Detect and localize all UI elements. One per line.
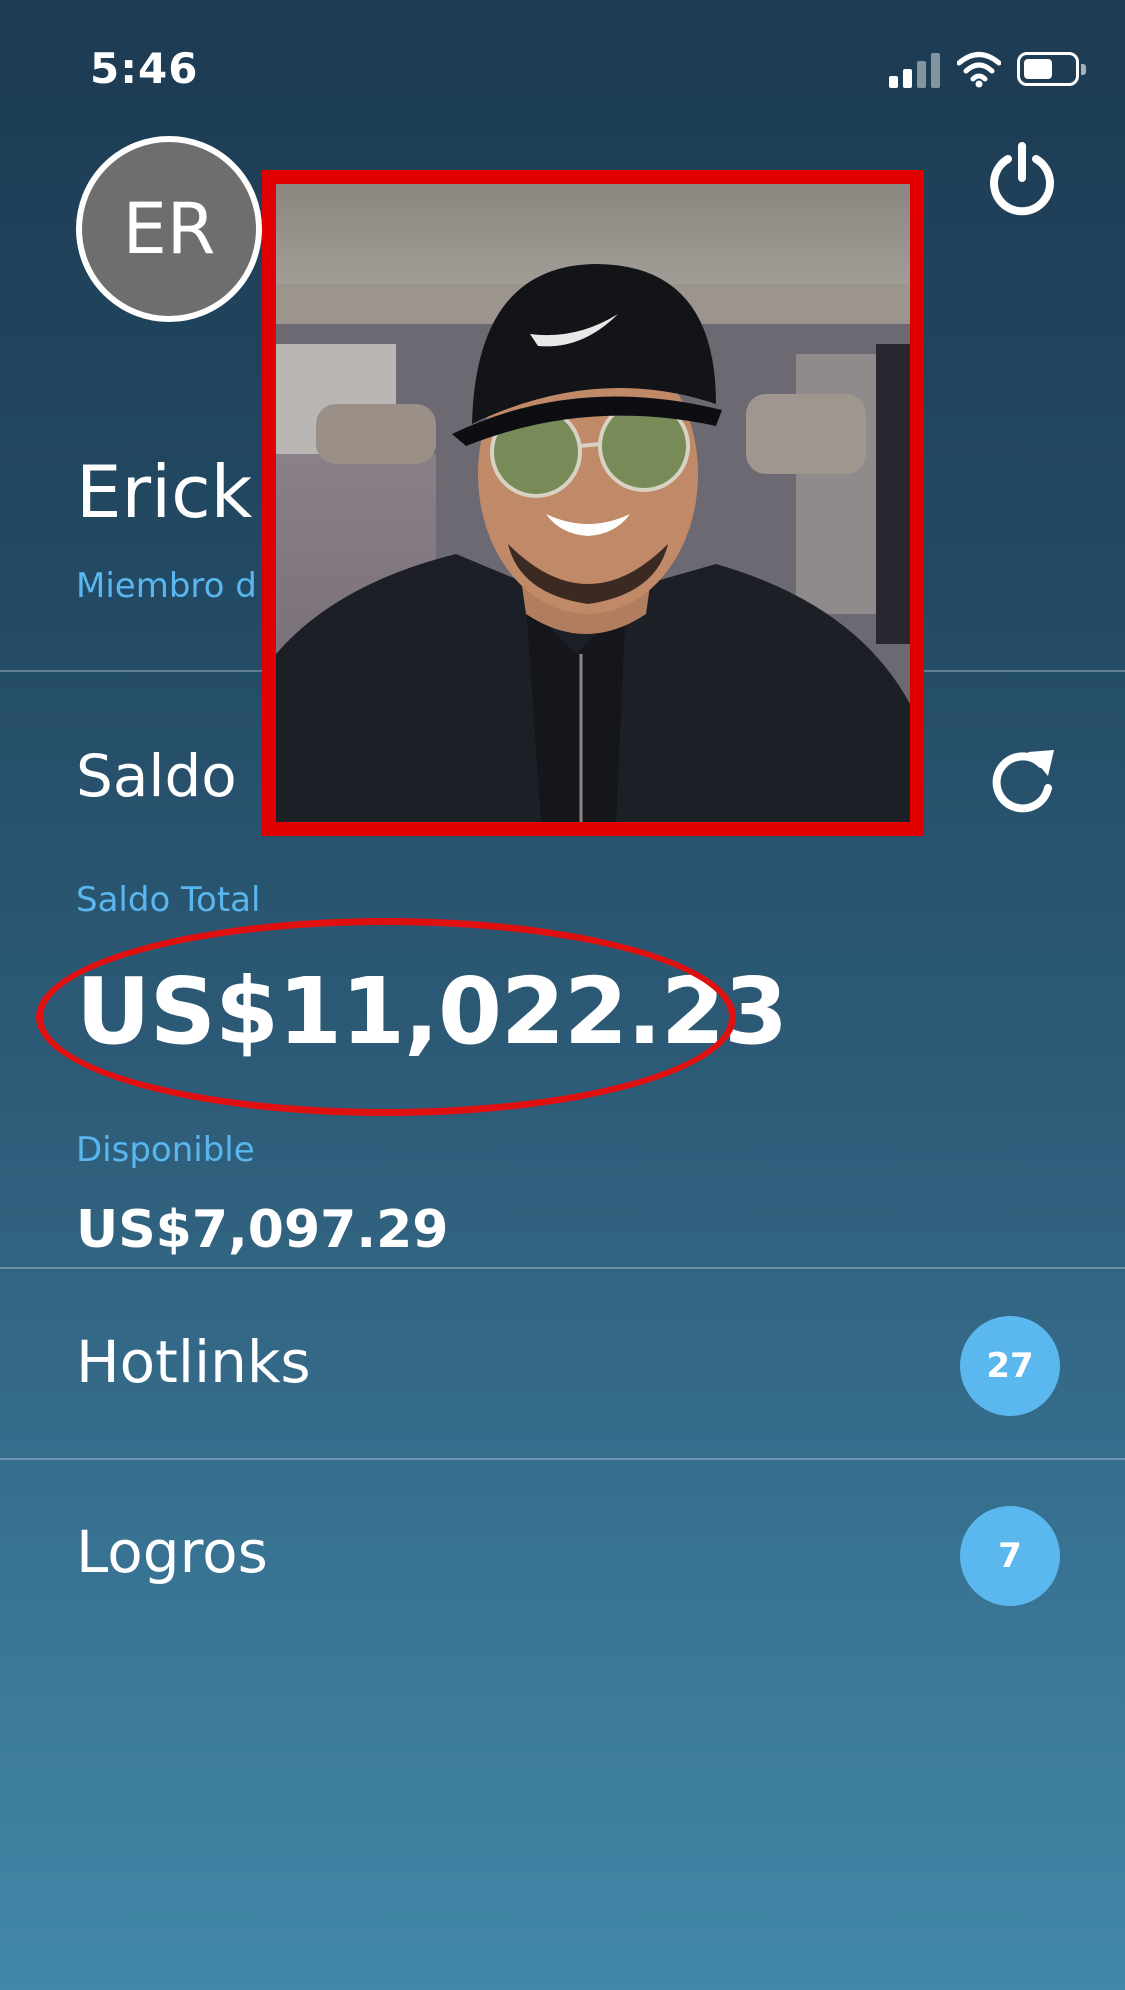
signal-icon [889, 52, 941, 88]
count-badge: 27 [960, 1316, 1060, 1416]
menu-item-label: Logros [76, 1518, 268, 1586]
available-balance-label: Disponible [76, 1130, 255, 1170]
avatar[interactable]: ER [76, 136, 262, 322]
balance-title: Saldo [76, 742, 237, 810]
available-balance-amount: US$7,097.29 [76, 1200, 449, 1260]
user-name: Erick [76, 450, 253, 534]
battery-icon [1017, 52, 1086, 86]
total-balance-label: Saldo Total [76, 880, 261, 920]
status-time: 5:46 [90, 44, 199, 93]
power-icon[interactable] [982, 140, 1062, 220]
divider [0, 1458, 1125, 1460]
count-badge: 7 [960, 1506, 1060, 1606]
wifi-icon [957, 52, 1001, 88]
avatar-initials: ER [122, 188, 216, 270]
selfie-photo [276, 184, 910, 822]
overlay-photo [262, 170, 924, 836]
member-since-text: Miembro d [76, 566, 257, 606]
menu-item-label: Hotlinks [76, 1328, 311, 1396]
divider [0, 1267, 1125, 1269]
annotation-ellipse [36, 918, 736, 1116]
refresh-icon[interactable] [986, 744, 1062, 820]
